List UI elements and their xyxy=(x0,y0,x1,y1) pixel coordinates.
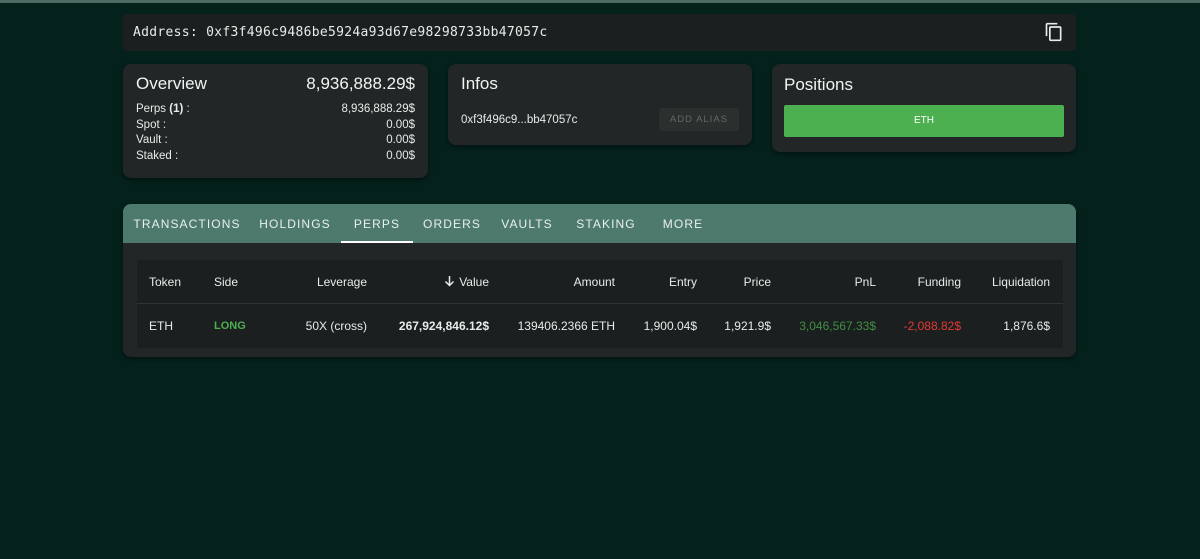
tab-more[interactable]: MORE xyxy=(649,204,717,243)
overview-card: Overview 8,936,888.29$ Perps (1) : 8,936… xyxy=(123,64,428,178)
tab-transactions[interactable]: TRANSACTIONS xyxy=(125,204,249,243)
overview-row-vault: Vault : 0.00$ xyxy=(136,133,415,149)
overview-label: Staked : xyxy=(136,149,179,162)
short-address: 0xf3f496c9...bb47057c xyxy=(461,113,578,126)
top-accent-line xyxy=(0,0,1200,3)
header-value: Value xyxy=(459,274,489,289)
tab-bar: TRANSACTIONS HOLDINGS PERPS ORDERS VAULT… xyxy=(123,204,1076,243)
overview-label: Spot : xyxy=(136,118,167,131)
tab-holdings[interactable]: HOLDINGS xyxy=(249,204,341,243)
tab-orders[interactable]: ORDERS xyxy=(413,204,491,243)
overview-value: 0.00$ xyxy=(386,149,415,162)
overview-value: 0.00$ xyxy=(386,118,415,131)
address-text: Address: 0xf3f496c9486be5924a93d67e98298… xyxy=(133,25,548,40)
header-liquidation[interactable]: Liquidation xyxy=(961,275,1050,289)
overview-label: Perps xyxy=(136,103,167,115)
cell-token: ETH xyxy=(149,318,173,333)
overview-count: (1) xyxy=(169,103,184,115)
cell-entry: 1,900.04$ xyxy=(643,318,697,333)
overview-row-staked: Staked : 0.00$ xyxy=(136,149,415,165)
header-token[interactable]: Token xyxy=(137,275,202,289)
overview-value: 0.00$ xyxy=(386,134,415,146)
positions-table: Token Side Leverage Value Amount Entry P… xyxy=(137,260,1063,348)
table-header: Token Side Leverage Value Amount Entry P… xyxy=(137,260,1063,304)
copy-icon[interactable] xyxy=(1044,22,1064,42)
tab-perps[interactable]: PERPS xyxy=(341,204,413,243)
table-row[interactable]: ETH LONG 50X (cross) 267,924,846.12$ 139… xyxy=(137,304,1063,347)
header-value-cell[interactable]: Value xyxy=(367,275,489,289)
overview-label-suffix: : xyxy=(183,103,190,115)
positions-title: Positions xyxy=(784,75,853,94)
header-pnl[interactable]: PnL xyxy=(771,275,876,289)
overview-value: 8,936,888.29$ xyxy=(341,103,415,115)
overview-total: 8,936,888.29$ xyxy=(306,74,415,93)
header-entry[interactable]: Entry xyxy=(615,275,697,289)
cell-funding: -2,088.82$ xyxy=(903,318,961,333)
header-leverage[interactable]: Leverage xyxy=(272,275,367,289)
cell-price: 1,921.9$ xyxy=(724,318,771,333)
arrow-down-icon xyxy=(445,275,455,287)
header-side[interactable]: Side xyxy=(202,275,272,289)
header-price[interactable]: Price xyxy=(697,275,771,289)
overview-title: Overview xyxy=(136,74,207,93)
tab-vaults[interactable]: VAULTS xyxy=(491,204,563,243)
infos-card: Infos 0xf3f496c9...bb47057c ADD ALIAS xyxy=(448,64,752,145)
cell-liquidation: 1,876.6$ xyxy=(1003,318,1050,333)
infos-title: Infos xyxy=(461,74,498,93)
header-funding[interactable]: Funding xyxy=(876,275,961,289)
address-bar: Address: 0xf3f496c9486be5924a93d67e98298… xyxy=(123,14,1076,51)
header-amount[interactable]: Amount xyxy=(489,275,615,289)
positions-card: Positions ETH xyxy=(772,64,1076,152)
overview-row-spot: Spot : 0.00$ xyxy=(136,118,415,134)
cell-pnl: 3,046,567.33$ xyxy=(799,318,876,333)
overview-row-perps: Perps (1) : 8,936,888.29$ xyxy=(136,102,415,118)
overview-label: Vault : xyxy=(136,134,168,146)
cell-leverage: 50X (cross) xyxy=(305,318,367,333)
cell-amount: 139406.2366 ETH xyxy=(517,318,615,333)
eth-position-button[interactable]: ETH xyxy=(784,105,1064,137)
cell-value: 267,924,846.12$ xyxy=(398,318,489,333)
details-panel: TRANSACTIONS HOLDINGS PERPS ORDERS VAULT… xyxy=(123,204,1076,357)
add-alias-button[interactable]: ADD ALIAS xyxy=(658,108,739,131)
cell-side: LONG xyxy=(214,319,246,332)
tab-staking[interactable]: STAKING xyxy=(563,204,649,243)
